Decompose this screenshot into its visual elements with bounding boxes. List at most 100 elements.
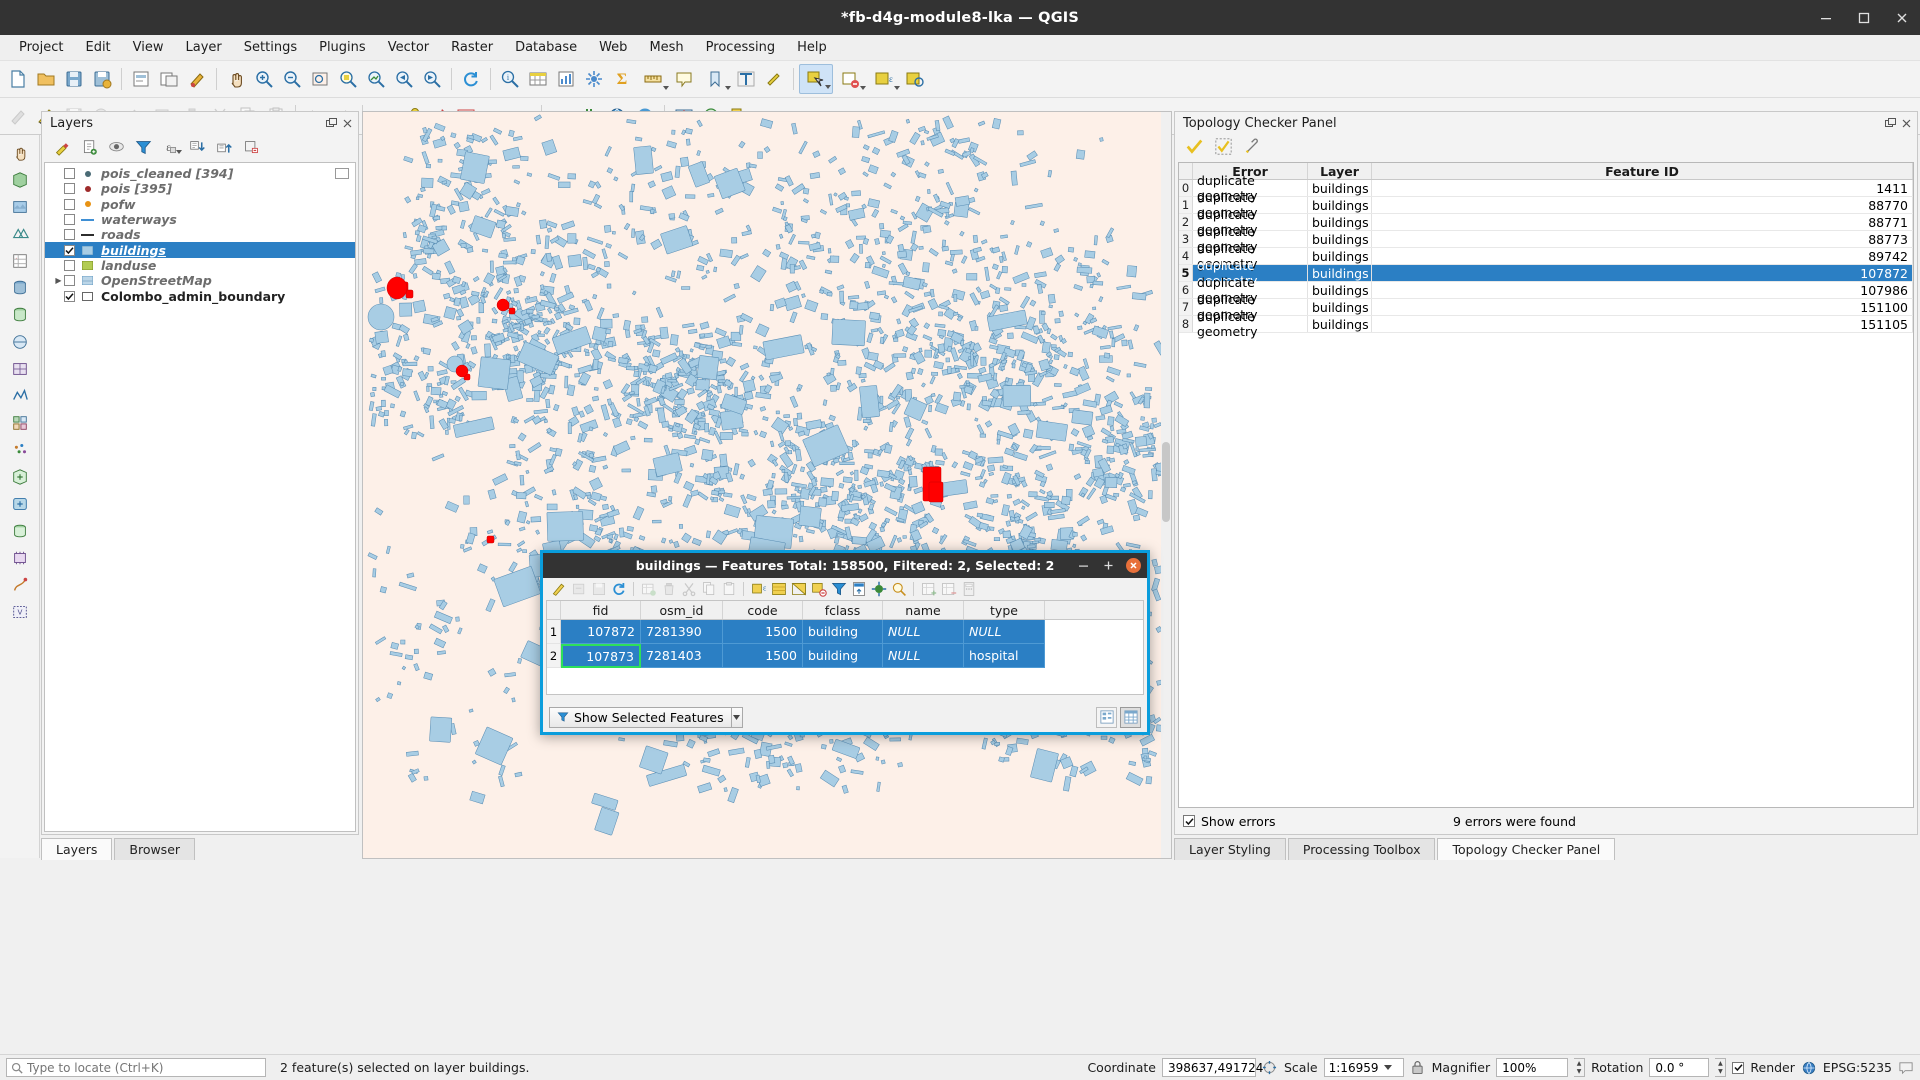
attribute-table[interactable]: fid osm_id code fclass name type 1 107872… — [546, 600, 1144, 695]
select-by-expression-icon[interactable]: ε — [749, 580, 768, 599]
refresh-icon[interactable] — [609, 580, 628, 599]
layer-visibility-checkbox[interactable] — [64, 229, 75, 241]
layer-item-pois_cleaned[interactable]: pois_cleaned [394] — [45, 166, 355, 181]
open-layer-styling-icon[interactable] — [50, 136, 75, 158]
reload-table-icon[interactable] — [589, 580, 608, 599]
layout-manager-icon[interactable] — [155, 64, 183, 94]
menu-layer[interactable]: Layer — [175, 37, 233, 58]
cell-type[interactable]: NULL — [964, 620, 1045, 644]
tab-processing-toolbox[interactable]: Processing Toolbox — [1287, 838, 1436, 860]
new-bookmark-icon[interactable] — [698, 64, 732, 94]
new-memory-layer-icon[interactable] — [5, 544, 35, 571]
current-edits-icon[interactable] — [4, 101, 32, 131]
cell-fclass[interactable]: building — [803, 644, 883, 668]
manage-layer-visibility-icon[interactable] — [104, 136, 129, 158]
cell-feature-id[interactable]: 88771 — [1372, 214, 1913, 230]
save-edits-icon[interactable] — [569, 580, 588, 599]
move-selection-to-top-icon[interactable] — [849, 580, 868, 599]
new-shapefile-layer-icon[interactable] — [5, 463, 35, 490]
undock-panel-icon[interactable] — [325, 117, 338, 130]
spinner-up[interactable]: ▲ — [1715, 1059, 1725, 1068]
add-delimited-text-layer-icon[interactable]: , — [5, 247, 35, 274]
cell-feature-id[interactable]: 107872 — [1372, 265, 1913, 281]
new-field-icon[interactable] — [919, 580, 938, 599]
map-tips-icon[interactable] — [670, 64, 698, 94]
close-panel-icon[interactable] — [341, 117, 354, 130]
minimize-button[interactable] — [1818, 10, 1834, 26]
cut-features-icon[interactable] — [679, 580, 698, 599]
identify-features-icon[interactable]: i — [496, 64, 524, 94]
layer-visibility-checkbox[interactable] — [64, 198, 75, 210]
cell-layer[interactable]: buildings — [1308, 197, 1372, 213]
tab-topology-checker-panel[interactable]: Topology Checker Panel — [1437, 838, 1616, 860]
add-wcs-layer-icon[interactable] — [5, 355, 35, 382]
col-header-fid[interactable]: fid — [561, 601, 641, 619]
layer-item-waterways[interactable]: waterways — [45, 212, 355, 227]
remove-layer-icon[interactable] — [239, 136, 264, 158]
cell-feature-id[interactable]: 88770 — [1372, 197, 1913, 213]
cell-feature-id[interactable]: 1411 — [1372, 180, 1913, 196]
invert-selection-icon[interactable] — [789, 580, 808, 599]
magnifier-spinner[interactable]: ▲ ▼ — [1574, 1058, 1586, 1077]
attribute-minimize-button[interactable] — [1076, 558, 1091, 573]
text-annotation-icon[interactable] — [732, 64, 760, 94]
rotation-value[interactable]: 0.0 ° — [1649, 1058, 1710, 1077]
style-manager-icon[interactable] — [183, 64, 211, 94]
paste-features-icon[interactable] — [719, 580, 738, 599]
coordinate-value[interactable]: 398637,491724 — [1161, 1058, 1263, 1077]
tab-browser[interactable]: Browser — [114, 838, 196, 860]
col-header-type[interactable]: type — [964, 601, 1045, 619]
sum-sigma-icon[interactable]: Σ — [608, 64, 636, 94]
layers-tree[interactable]: pois_cleaned [394] pois [395] pofw water… — [44, 162, 356, 832]
menu-settings[interactable]: Settings — [233, 37, 308, 58]
add-vector-layer-icon[interactable] — [5, 166, 35, 193]
deselect-all-icon[interactable] — [809, 580, 828, 599]
new-feature-icon[interactable] — [639, 580, 658, 599]
undock-panel-icon[interactable] — [1884, 117, 1897, 130]
close-panel-icon[interactable] — [1900, 117, 1913, 130]
menu-plugins[interactable]: Plugins — [308, 37, 377, 58]
filter-legend-expression-icon[interactable]: ε — [158, 136, 183, 158]
lock-scale-icon[interactable] — [1410, 1060, 1426, 1076]
add-mesh-layer-icon[interactable] — [5, 220, 35, 247]
layer-item-pofw[interactable]: pofw — [45, 197, 355, 212]
cell-feature-id[interactable]: 151105 — [1372, 316, 1913, 332]
layer-visibility-checkbox[interactable] — [64, 290, 75, 302]
col-header-code[interactable]: code — [723, 601, 803, 619]
cell-osm-id[interactable]: 7281403 — [641, 644, 723, 668]
col-header-name[interactable]: name — [883, 601, 964, 619]
map-vertical-scrollbar[interactable] — [1161, 112, 1171, 858]
cell-layer[interactable]: buildings — [1308, 299, 1372, 315]
show-errors-checkbox[interactable] — [1183, 815, 1195, 827]
layer-visibility-checkbox[interactable] — [64, 259, 75, 271]
menu-edit[interactable]: Edit — [74, 37, 121, 58]
layer-visibility-checkbox[interactable] — [64, 275, 75, 287]
layer-item-buildings[interactable]: buildings — [45, 242, 355, 258]
locator-search[interactable] — [6, 1058, 266, 1077]
menu-help[interactable]: Help — [786, 37, 838, 58]
layer-item-openstreetmap[interactable]: ▶ OpenStreetMap — [45, 273, 355, 288]
cell-fid[interactable]: 107873 — [561, 644, 641, 668]
zoom-to-selection-icon[interactable] — [889, 580, 908, 599]
new-project-icon[interactable] — [4, 64, 32, 94]
zoom-to-selection-icon[interactable] — [334, 64, 362, 94]
open-attribute-table-icon[interactable] — [524, 64, 552, 94]
copy-features-icon[interactable] — [699, 580, 718, 599]
chevron-down-icon[interactable] — [1384, 1065, 1393, 1070]
layer-visibility-checkbox[interactable] — [64, 214, 75, 226]
cell-fclass[interactable]: building — [803, 620, 883, 644]
save-project-as-icon[interactable] — [88, 64, 116, 94]
zoom-last-icon[interactable] — [390, 64, 418, 94]
menu-database[interactable]: Database — [504, 37, 588, 58]
new-spatialite-layer-icon[interactable] — [5, 517, 35, 544]
add-postgis-layer-icon[interactable] — [5, 274, 35, 301]
menu-project[interactable]: Project — [8, 37, 74, 58]
zoom-in-icon[interactable] — [250, 64, 278, 94]
attribute-maximize-button[interactable] — [1101, 558, 1116, 573]
crs-value[interactable]: EPSG:5235 — [1823, 1060, 1892, 1075]
tab-layers[interactable]: Layers — [41, 838, 113, 860]
validate-all-icon[interactable] — [1183, 136, 1205, 156]
cell-type[interactable]: hospital — [964, 644, 1045, 668]
layer-item-roads[interactable]: roads — [45, 227, 355, 242]
layer-visibility-checkbox[interactable] — [64, 244, 75, 256]
